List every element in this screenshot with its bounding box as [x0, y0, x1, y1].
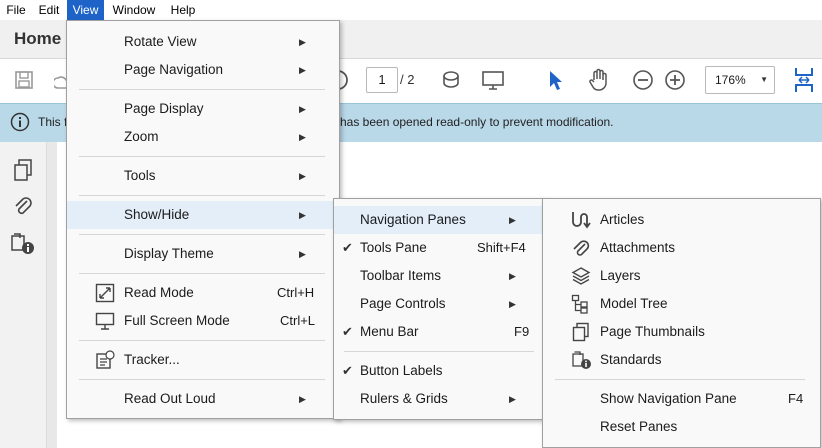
menu-item-toolbar-items[interactable]: Toolbar Items ▶ — [334, 262, 544, 290]
menu-item-page-thumbnails[interactable]: Page Thumbnails — [543, 318, 820, 346]
checkmark-icon: ✔ — [342, 240, 353, 255]
zoom-value: 176% — [715, 73, 746, 87]
menu-edit[interactable]: Edit — [32, 0, 66, 20]
hand-tool-icon[interactable] — [586, 66, 612, 94]
menu-item-tools-pane[interactable]: ✔ Tools Pane Shift+F4 — [334, 234, 544, 262]
menu-item-read-mode[interactable]: Read Mode Ctrl+H — [67, 279, 339, 307]
menu-file[interactable]: File — [0, 0, 32, 20]
zoom-in-icon[interactable] — [662, 67, 688, 93]
menu-bar: File Edit View Window Help — [0, 0, 822, 20]
chevron-right-icon: ▶ — [299, 37, 306, 47]
menu-item-layers[interactable]: Layers — [543, 262, 820, 290]
page-thumbnails-icon — [571, 322, 591, 342]
menu-item-menu-bar[interactable]: ✔ Menu Bar F9 — [334, 318, 544, 346]
page-total: / 2 — [400, 72, 415, 87]
left-rail — [0, 142, 47, 448]
menu-item-reset-panes[interactable]: Reset Panes — [543, 413, 820, 441]
menu-item-page-navigation[interactable]: Page Navigation ▶ — [67, 56, 339, 84]
show-hide-submenu: Navigation Panes ▶ ✔ Tools Pane Shift+F4… — [333, 198, 545, 420]
select-tool-icon[interactable] — [544, 67, 568, 93]
menu-item-standards[interactable]: Standards — [543, 346, 820, 374]
articles-icon — [571, 210, 591, 230]
page-thumbnails-icon[interactable] — [12, 158, 34, 182]
menu-view[interactable]: View — [67, 0, 104, 20]
menu-separator — [79, 156, 325, 157]
checkmark-icon: ✔ — [342, 324, 353, 339]
menu-help[interactable]: Help — [163, 0, 203, 20]
menu-item-zoom[interactable]: Zoom ▶ — [67, 123, 339, 151]
paperclip-icon — [571, 238, 591, 258]
chevron-right-icon: ▶ — [509, 394, 516, 404]
menu-item-show-navigation-pane[interactable]: Show Navigation Pane F4 — [543, 385, 820, 413]
menu-item-rulers-grids[interactable]: Rulers & Grids ▶ — [334, 385, 544, 413]
menu-separator — [79, 234, 325, 235]
menu-separator — [555, 379, 805, 380]
menu-item-tools[interactable]: Tools ▶ — [67, 162, 339, 190]
tab-home[interactable]: Home — [0, 20, 66, 58]
menu-item-rotate-view[interactable]: Rotate View ▶ — [67, 28, 339, 56]
read-mode-icon — [95, 283, 115, 303]
attachments-icon[interactable] — [12, 194, 34, 218]
navigation-panes-submenu: Articles Attachments Layers Model Tree P… — [542, 198, 821, 448]
chevron-right-icon: ▶ — [509, 271, 516, 281]
layers-icon — [571, 266, 591, 286]
chevron-right-icon: ▶ — [299, 104, 306, 114]
menu-item-articles[interactable]: Articles — [543, 206, 820, 234]
zoom-out-icon[interactable] — [630, 67, 656, 93]
menu-item-model-tree[interactable]: Model Tree — [543, 290, 820, 318]
menu-separator — [79, 195, 325, 196]
menu-separator — [79, 273, 325, 274]
view-menu: Rotate View ▶ Page Navigation ▶ Page Dis… — [66, 20, 340, 419]
document-gutter — [47, 142, 57, 448]
fit-page-icon[interactable] — [790, 65, 818, 95]
chevron-right-icon: ▶ — [509, 215, 516, 225]
menu-item-tracker[interactable]: Tracker... — [67, 346, 339, 374]
menu-item-show-hide[interactable]: Show/Hide ▶ — [67, 201, 339, 229]
menu-separator — [79, 89, 325, 90]
read-aloud-icon[interactable] — [438, 67, 464, 93]
full-screen-mode-icon — [95, 311, 115, 331]
menu-item-full-screen-mode[interactable]: Full Screen Mode Ctrl+L — [67, 307, 339, 335]
model-tree-icon — [571, 294, 591, 314]
chevron-right-icon: ▶ — [299, 65, 306, 75]
info-message: has been opened read-only to prevent mod… — [340, 115, 614, 129]
menu-item-page-controls[interactable]: Page Controls ▶ — [334, 290, 544, 318]
menu-item-navigation-panes[interactable]: Navigation Panes ▶ — [334, 206, 544, 234]
chevron-right-icon: ▶ — [299, 249, 306, 259]
zoom-dropdown[interactable]: 176% ▼ — [705, 66, 775, 94]
info-message-start: This f — [38, 115, 68, 129]
info-icon — [10, 112, 30, 132]
chevron-down-icon: ▼ — [760, 75, 768, 84]
page-number-input[interactable]: 1 — [366, 67, 398, 93]
save-icon[interactable] — [12, 68, 36, 92]
chevron-right-icon: ▶ — [509, 299, 516, 309]
standards-icon — [571, 350, 591, 370]
chevron-right-icon: ▶ — [299, 394, 306, 404]
full-screen-icon[interactable] — [480, 67, 506, 93]
menu-item-read-out-loud[interactable]: Read Out Loud ▶ — [67, 385, 339, 413]
menu-window[interactable]: Window — [105, 0, 163, 20]
chevron-right-icon: ▶ — [299, 171, 306, 181]
menu-item-display-theme[interactable]: Display Theme ▶ — [67, 240, 339, 268]
menu-item-attachments[interactable]: Attachments — [543, 234, 820, 262]
standards-icon[interactable] — [10, 230, 36, 256]
chevron-right-icon: ▶ — [299, 132, 306, 142]
menu-separator — [79, 379, 325, 380]
checkmark-icon: ✔ — [342, 363, 353, 378]
menu-item-page-display[interactable]: Page Display ▶ — [67, 95, 339, 123]
chevron-right-icon: ▶ — [299, 210, 306, 220]
menu-item-button-labels[interactable]: ✔ Button Labels — [334, 357, 544, 385]
menu-separator — [79, 340, 325, 341]
menu-separator — [344, 351, 534, 352]
tracker-icon — [95, 350, 115, 370]
